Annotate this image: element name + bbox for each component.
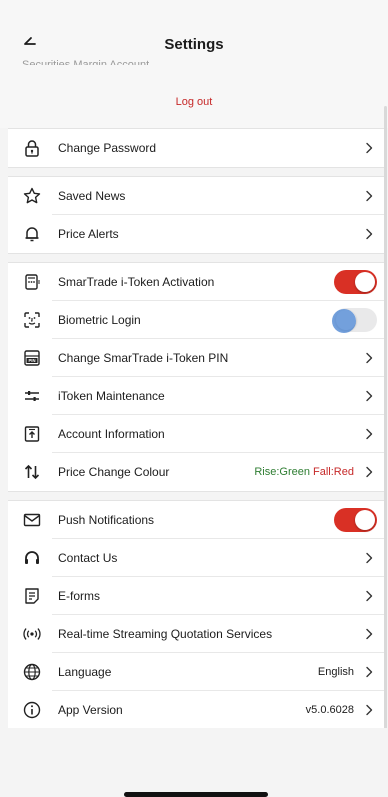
rise-colour-text: Rise:Green xyxy=(254,466,310,478)
headset-icon xyxy=(22,548,42,568)
chevron-right-icon xyxy=(362,227,384,241)
settings-item-label: SmarTrade i-Token Activation xyxy=(58,275,215,289)
chevron-right-icon xyxy=(362,627,384,641)
info-icon xyxy=(22,700,42,720)
logout-button[interactable]: Log out xyxy=(0,96,388,108)
settings-item-label: Contact Us xyxy=(58,551,118,565)
settings-item-itoken-maintenance[interactable]: iToken Maintenance xyxy=(8,377,384,415)
settings-group-2: Saved News Price Alerts xyxy=(8,176,384,254)
chevron-right-icon xyxy=(362,189,384,203)
chevron-right-icon xyxy=(362,551,384,565)
chevron-right-icon xyxy=(362,703,384,717)
chevron-right-icon xyxy=(362,665,384,679)
settings-item-label: Price Change Colour xyxy=(58,465,170,479)
settings-group-1: Change Password xyxy=(8,128,384,168)
toggle-knob xyxy=(355,510,375,530)
token-device-icon xyxy=(22,272,42,292)
broadcast-icon xyxy=(22,624,42,644)
bottom-area xyxy=(0,728,388,797)
settings-item-label: Real-time Streaming Quotation Services xyxy=(58,627,273,641)
pin-device-icon: PIN xyxy=(22,348,42,368)
settings-item-biometric-login[interactable]: Biometric Login xyxy=(8,301,384,339)
settings-item-label: Saved News xyxy=(58,189,126,203)
settings-item-contact-us[interactable]: Contact Us xyxy=(8,539,384,577)
biometric-login-toggle[interactable] xyxy=(332,308,377,333)
toggle-knob xyxy=(355,272,375,292)
chevron-right-icon xyxy=(362,141,384,155)
header: Settings Securities Margin Account xyxy=(0,0,388,66)
settings-item-price-alerts[interactable]: Price Alerts xyxy=(8,215,384,253)
settings-item-label: Push Notifications xyxy=(58,513,155,527)
sliders-icon xyxy=(22,386,42,406)
settings-item-label: Price Alerts xyxy=(58,227,119,241)
settings-list: Change Password Saved News Price Alerts Sma… xyxy=(8,128,384,730)
account-info-icon xyxy=(22,424,42,444)
settings-item-label: iToken Maintenance xyxy=(58,389,165,403)
settings-item-label: E-forms xyxy=(58,589,100,603)
settings-item-push-notifications[interactable]: Push Notifications xyxy=(8,501,384,539)
settings-item-label: Account Information xyxy=(58,427,165,441)
settings-item-value: v5.0.6028 xyxy=(305,704,354,716)
logout-section: Log out xyxy=(0,66,388,128)
face-id-icon xyxy=(22,310,42,330)
settings-group-3: SmarTrade i-Token Activation Biometric Lo… xyxy=(8,262,384,492)
settings-item-price-change-colour[interactable]: Price Change Colour Rise:Green Fall:Red xyxy=(8,453,384,491)
fall-colour-text: Fall:Red xyxy=(313,466,354,478)
star-icon xyxy=(22,186,42,206)
globe-icon xyxy=(22,662,42,682)
settings-item-smartrade-i-token-activation[interactable]: SmarTrade i-Token Activation xyxy=(8,263,384,301)
settings-group-4: Push Notifications Contact Us E-forms Real-… xyxy=(8,500,384,730)
form-icon xyxy=(22,586,42,606)
settings-item-saved-news[interactable]: Saved News xyxy=(8,177,384,215)
settings-item-e-forms[interactable]: E-forms xyxy=(8,577,384,615)
settings-item-language[interactable]: Language English xyxy=(8,653,384,691)
up-down-arrows-icon xyxy=(22,462,42,482)
mail-icon xyxy=(22,510,42,530)
price-colour-value: Rise:Green Fall:Red xyxy=(254,466,354,478)
chevron-right-icon xyxy=(362,351,384,365)
page-title: Settings xyxy=(164,36,224,53)
touch-indicator xyxy=(332,309,356,333)
settings-item-app-version[interactable]: App Version v5.0.6028 xyxy=(8,691,384,729)
chevron-right-icon xyxy=(362,465,384,479)
svg-text:PIN: PIN xyxy=(29,358,36,363)
smartrade-i-token-activation-toggle[interactable] xyxy=(334,270,377,294)
settings-item-label: App Version xyxy=(58,703,123,717)
bell-icon xyxy=(22,224,42,244)
settings-item-label: Biometric Login xyxy=(58,313,141,327)
chevron-right-icon xyxy=(362,389,384,403)
settings-item-account-information[interactable]: Account Information xyxy=(8,415,384,453)
settings-item-change-smartrade-i-token-pin[interactable]: PIN Change SmarTrade i-Token PIN xyxy=(8,339,384,377)
settings-item-real-time-streaming-quotation-services[interactable]: Real-time Streaming Quotation Services xyxy=(8,615,384,653)
scrollbar[interactable] xyxy=(384,106,387,748)
settings-item-label: Change SmarTrade i-Token PIN xyxy=(58,351,229,365)
home-indicator[interactable] xyxy=(124,792,268,797)
settings-item-value: English xyxy=(317,666,354,678)
push-notifications-toggle[interactable] xyxy=(334,508,377,532)
settings-item-change-password[interactable]: Change Password xyxy=(8,129,384,167)
account-type-partial: Securities Margin Account xyxy=(22,59,150,65)
settings-item-label: Language xyxy=(58,665,112,679)
lock-icon xyxy=(22,138,42,158)
chevron-right-icon xyxy=(362,589,384,603)
settings-item-label: Change Password xyxy=(58,141,157,155)
chevron-right-icon xyxy=(362,427,384,441)
